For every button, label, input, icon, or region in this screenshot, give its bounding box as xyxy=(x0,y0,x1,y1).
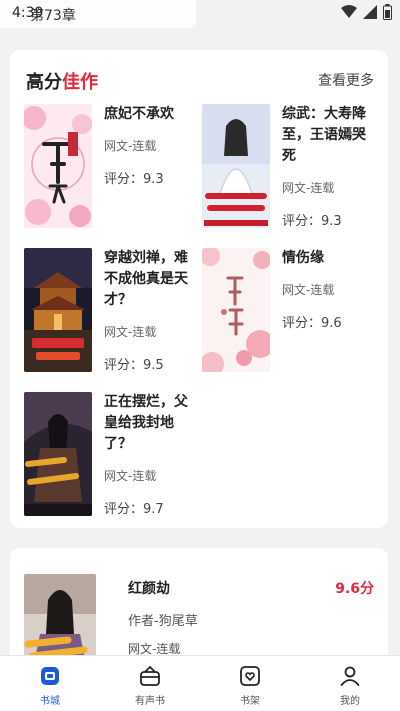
status-bar: 4:39 第73章 xyxy=(0,0,400,30)
top-rated-section: 高分佳作 查看更多 庶妃不承欢 网文-连载 评分：9.3 综武：大寿降至，王语嫣… xyxy=(10,50,388,528)
view-more-link[interactable]: 查看更多 xyxy=(318,70,374,90)
book-item[interactable]: 庶妃不承欢 网文-连载 评分：9.3 xyxy=(24,104,204,230)
nav-label: 我的 xyxy=(340,696,360,707)
book-score: 评分：9.5 xyxy=(104,358,164,373)
book-cover[interactable] xyxy=(202,104,270,228)
book-title[interactable]: 穿越刘禅，难不成他真是天才？ xyxy=(104,248,200,311)
book-score: 评分：9.7 xyxy=(104,502,164,517)
nav-label: 有声书 xyxy=(135,696,165,707)
signal-icon xyxy=(363,5,377,19)
section-header: 高分佳作 查看更多 xyxy=(26,68,374,93)
featured-book-author: 作者-狗尾草 xyxy=(128,614,198,629)
book-tag: 网文-连载 xyxy=(104,469,157,483)
nav-audiobook[interactable]: 有声书 xyxy=(100,656,200,711)
featured-book-card[interactable]: 红颜劫 9.6分 作者-狗尾草 网文-连载 xyxy=(10,548,388,668)
nav-bookshelf[interactable]: 书架 xyxy=(200,656,300,711)
book-title[interactable]: 情伤缘 xyxy=(282,248,378,269)
book-item[interactable]: 综武：大寿降至，王语嫣哭死 网文-连载 评分：9.3 xyxy=(202,104,382,230)
book-cover[interactable] xyxy=(202,248,270,372)
nav-label: 书架 xyxy=(240,696,260,707)
bookstore-icon xyxy=(41,667,59,685)
book-tag: 网文-连载 xyxy=(104,139,157,153)
bottom-nav: 书城 有声书 书架 我的 xyxy=(0,655,400,711)
book-title[interactable]: 庶妃不承欢 xyxy=(104,104,200,125)
audiobook-icon xyxy=(140,665,160,686)
battery-icon xyxy=(383,4,392,20)
book-cover[interactable] xyxy=(24,392,92,516)
book-tag: 网文-连载 xyxy=(282,283,335,297)
featured-book-score: 9.6分 xyxy=(335,581,374,597)
book-cover[interactable] xyxy=(24,104,92,228)
book-tag: 网文-连载 xyxy=(104,325,157,339)
section-title: 高分佳作 xyxy=(26,72,98,93)
book-tag: 网文-连载 xyxy=(282,181,335,195)
status-icons xyxy=(341,4,392,20)
book-cover[interactable] xyxy=(24,248,92,372)
featured-book-title[interactable]: 红颜劫 xyxy=(128,578,170,598)
book-title[interactable]: 综武：大寿降至，王语嫣哭死 xyxy=(282,104,378,167)
wifi-icon xyxy=(341,5,357,18)
profile-icon xyxy=(340,666,360,686)
nav-bookstore[interactable]: 书城 xyxy=(0,656,100,711)
book-item[interactable]: 情伤缘 网文-连载 评分：9.6 xyxy=(202,248,382,374)
book-score: 评分：9.3 xyxy=(104,172,164,187)
book-score: 评分：9.6 xyxy=(282,316,342,331)
chapter-chip-label: 第73章 xyxy=(30,8,76,24)
nav-label: 书城 xyxy=(40,696,60,707)
book-score: 评分：9.3 xyxy=(282,214,342,229)
book-item[interactable]: 正在摆烂，父皇给我封地了？ 网文-连载 评分：9.7 xyxy=(24,392,204,518)
bookshelf-icon xyxy=(240,666,260,686)
featured-book-cover[interactable] xyxy=(24,574,96,664)
nav-profile[interactable]: 我的 xyxy=(300,656,400,711)
book-title[interactable]: 正在摆烂，父皇给我封地了？ xyxy=(104,392,200,455)
book-item[interactable]: 穿越刘禅，难不成他真是天才？ 网文-连载 评分：9.5 xyxy=(24,248,204,374)
